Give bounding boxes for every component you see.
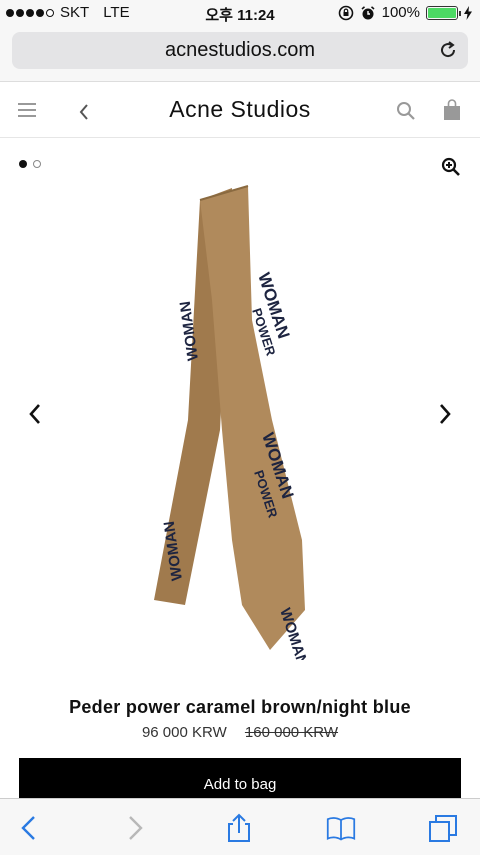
search-icon[interactable] <box>396 101 416 121</box>
share-icon[interactable] <box>224 813 254 843</box>
reload-icon[interactable] <box>438 40 458 60</box>
site-header: Acne Studios <box>0 82 480 138</box>
status-bar: SKT LTE 오후 11:24 100% <box>0 0 480 26</box>
battery-percent: 100% <box>381 4 420 21</box>
shopping-bag-icon[interactable] <box>443 99 461 121</box>
zoom-in-icon[interactable] <box>441 157 461 177</box>
alarm-icon <box>361 5 375 19</box>
original-price: 160 000 KRW <box>244 724 339 741</box>
rotation-lock-icon <box>338 5 353 20</box>
address-bar[interactable]: acnestudios.com <box>12 32 468 69</box>
battery-icon <box>426 5 461 20</box>
status-right: 100% <box>338 4 472 21</box>
browser-back-icon[interactable] <box>14 813 44 843</box>
product-name: Peder power caramel brown/night blue <box>69 697 411 717</box>
current-price: 96 000 KRW <box>141 724 227 741</box>
pager-dot-active[interactable] <box>19 160 27 168</box>
tabs-icon[interactable] <box>428 813 458 843</box>
previous-image-arrow[interactable] <box>28 402 42 426</box>
image-pager[interactable] <box>19 160 41 168</box>
browser-address-area: acnestudios.com <box>0 26 480 82</box>
browser-forward-icon[interactable] <box>120 813 150 843</box>
browser-toolbar <box>0 798 480 855</box>
url-text[interactable]: acnestudios.com <box>12 39 468 62</box>
product-image-tie: WOMAN POWER WOMAN POWER WOMAN WOMAN WOMA… <box>154 185 311 660</box>
charging-icon <box>464 5 472 20</box>
bookmarks-icon[interactable] <box>326 813 356 843</box>
pager-dot[interactable] <box>33 160 41 168</box>
next-image-arrow[interactable] <box>438 402 452 426</box>
product-price-row: 96 000 KRW 160 000 KRW <box>0 724 480 741</box>
